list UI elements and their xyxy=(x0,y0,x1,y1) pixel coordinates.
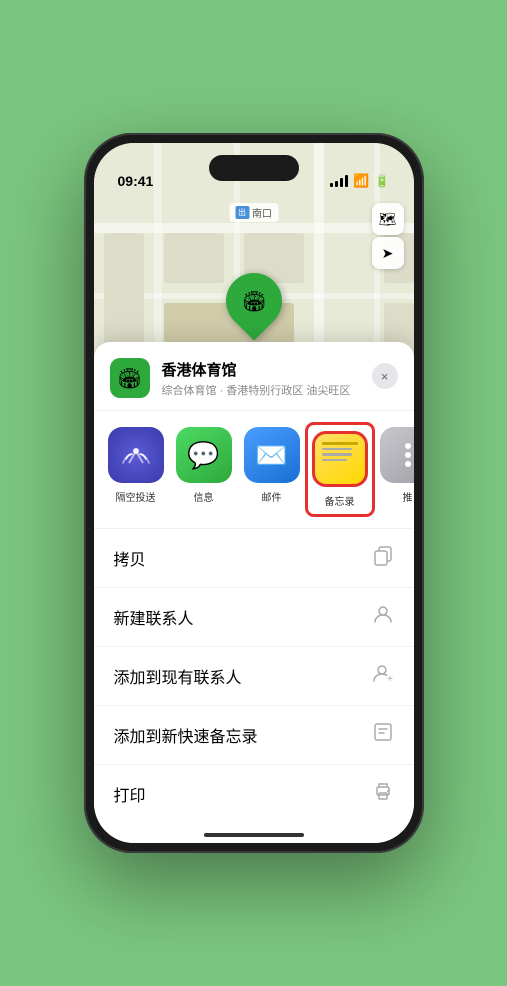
add-existing-contact-icon: + xyxy=(372,662,394,690)
notes-label: 备忘录 xyxy=(325,493,355,508)
action-new-contact-label: 新建联系人 xyxy=(114,605,194,629)
more-dot-3 xyxy=(405,461,411,467)
airdrop-icon xyxy=(108,427,164,483)
new-contact-icon xyxy=(372,603,394,631)
add-note-icon xyxy=(372,721,394,749)
phone-frame: 09:41 📶 🔋 xyxy=(84,133,424,853)
messages-icon: 💬 xyxy=(176,427,232,483)
messages-label: 信息 xyxy=(194,489,214,504)
location-info: 香港体育馆 综合体育馆 · 香港特别行政区 油尖旺区 xyxy=(162,359,398,398)
location-button[interactable]: ➤ xyxy=(372,237,404,269)
status-time: 09:41 xyxy=(118,173,154,189)
more-dot-1 xyxy=(405,443,411,449)
action-add-existing-label: 添加到现有联系人 xyxy=(114,664,242,688)
home-indicator[interactable] xyxy=(204,833,304,837)
share-item-more[interactable]: 推 xyxy=(378,427,414,512)
pin-emoji: 🏟 xyxy=(241,289,266,314)
action-new-contact[interactable]: 新建联系人 xyxy=(94,588,414,647)
pin-circle: 🏟 xyxy=(214,261,293,340)
location-name: 香港体育馆 xyxy=(162,359,398,380)
action-copy[interactable]: 拷贝 xyxy=(94,529,414,588)
action-add-existing-contact[interactable]: 添加到现有联系人 + xyxy=(94,647,414,706)
location-header: 🏟 香港体育馆 综合体育馆 · 香港特别行政区 油尖旺区 × xyxy=(94,342,414,411)
location-icon: 🏟 xyxy=(110,358,150,398)
svg-text:+: + xyxy=(387,674,393,684)
entrance-icon: 出 xyxy=(235,206,249,219)
print-icon xyxy=(372,780,394,808)
map-type-button[interactable]: 🗺 xyxy=(372,203,404,235)
share-item-messages[interactable]: 💬 信息 xyxy=(174,427,234,512)
copy-icon xyxy=(372,544,394,572)
mail-icon: ✉️ xyxy=(244,427,300,483)
notes-icon xyxy=(312,431,368,487)
map-entrance-label: 出 南口 xyxy=(229,203,278,222)
more-icon xyxy=(380,427,414,483)
share-item-mail[interactable]: ✉️ 邮件 xyxy=(242,427,302,512)
signal-icon xyxy=(330,175,348,187)
action-copy-label: 拷贝 xyxy=(114,546,146,570)
close-button[interactable]: × xyxy=(372,363,398,389)
wifi-icon: 📶 xyxy=(353,173,369,189)
share-row: 隔空投送 💬 信息 ✉️ 邮件 xyxy=(94,411,414,529)
bottom-sheet: 🏟 香港体育馆 综合体育馆 · 香港特别行政区 油尖旺区 × xyxy=(94,342,414,843)
action-add-note-label: 添加到新快速备忘录 xyxy=(114,723,258,747)
map-controls: 🗺 ➤ xyxy=(372,203,404,269)
airdrop-label: 隔空投送 xyxy=(116,489,156,504)
share-item-notes[interactable]: 备忘录 xyxy=(310,427,370,512)
status-icons: 📶 🔋 xyxy=(330,173,389,189)
location-subtitle: 综合体育馆 · 香港特别行政区 油尖旺区 xyxy=(162,382,398,398)
dynamic-island xyxy=(209,155,299,181)
more-dot-2 xyxy=(405,452,411,458)
phone-screen: 09:41 📶 🔋 xyxy=(94,143,414,843)
share-item-airdrop[interactable]: 隔空投送 xyxy=(106,427,166,512)
mail-label: 邮件 xyxy=(262,489,282,504)
action-add-note[interactable]: 添加到新快速备忘录 xyxy=(94,706,414,765)
battery-icon: 🔋 xyxy=(375,174,390,188)
action-print-label: 打印 xyxy=(114,782,146,806)
action-print[interactable]: 打印 xyxy=(94,765,414,823)
more-label: 推 xyxy=(403,489,413,504)
